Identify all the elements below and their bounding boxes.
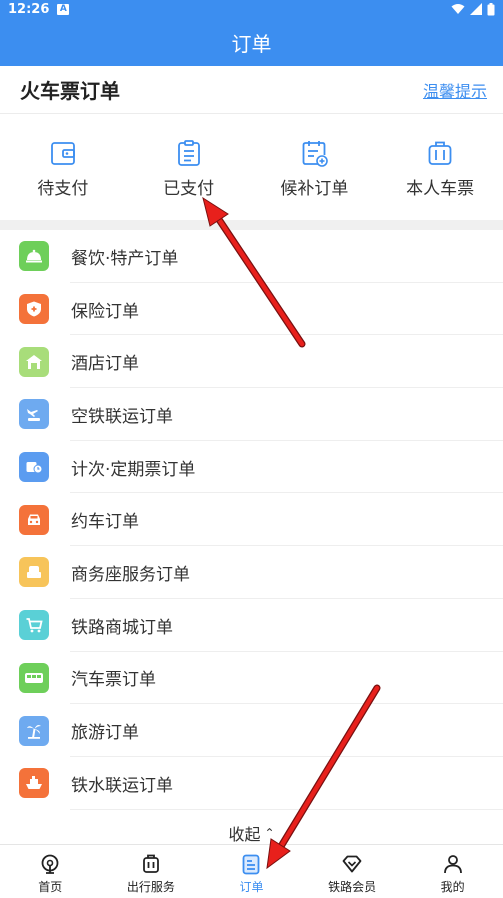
tab-label: 首页 — [38, 880, 63, 894]
list-item-travel-orders[interactable]: 旅游订单 — [0, 704, 503, 757]
list-item-label: 商务座服务订单 — [71, 564, 190, 585]
list-item-label: 汽车票订单 — [71, 670, 156, 691]
palm-tree-icon — [19, 715, 49, 746]
signal-icon — [470, 3, 482, 15]
train-ticket-card: 火车票订单 温馨提示 待支付 已支付 候补订单 本人车票 — [0, 66, 503, 220]
list-item-bus-ticket-orders[interactable]: 汽车票订单 — [0, 652, 503, 705]
tab-railway-membership[interactable]: 铁路会员 — [302, 845, 403, 898]
car-icon — [19, 504, 49, 535]
tab-home[interactable]: 首页 — [0, 845, 101, 898]
collapse-label: 收起 — [228, 825, 261, 844]
hotel-icon — [19, 346, 49, 377]
list-item-label: 空铁联运订单 — [71, 406, 173, 427]
calendar-add-icon — [302, 141, 329, 167]
shield-icon — [19, 294, 49, 325]
list-item-business-seat-orders[interactable]: 商务座服务订单 — [0, 546, 503, 599]
wifi-icon — [451, 4, 465, 14]
paid-button[interactable]: 已支付 — [126, 114, 252, 219]
list-item-label: 旅游订单 — [71, 723, 139, 744]
tab-orders[interactable]: 订单 — [201, 845, 302, 898]
tab-label: 出行服务 — [126, 880, 175, 894]
section-divider — [0, 220, 503, 230]
train-ticket-title: 火车票订单 — [20, 79, 120, 103]
list-item-label: 铁水联运订单 — [71, 775, 173, 796]
list-item-label: 酒店订单 — [71, 354, 139, 375]
list-item-insurance-orders[interactable]: 保险订单 — [0, 283, 503, 336]
seat-icon — [19, 557, 49, 588]
list-item-ride-hailing-orders[interactable]: 约车订单 — [0, 493, 503, 546]
luggage-icon — [142, 854, 159, 873]
list-item-catering-orders[interactable]: 餐饮·特产订单 — [0, 230, 503, 283]
collapse-button[interactable]: 收起 ⌃ — [0, 822, 503, 844]
pending-payment-button[interactable]: 待支付 — [0, 114, 126, 219]
order-doc-icon — [243, 854, 260, 875]
bus-icon — [19, 662, 49, 693]
food-cloche-icon — [19, 241, 49, 272]
tab-label: 我的 — [440, 880, 465, 894]
battery-icon — [487, 2, 495, 15]
person-icon — [443, 855, 462, 874]
list-item-label: 餐饮·特产订单 — [71, 248, 179, 269]
ticket-quick-actions: 待支付 已支付 候补订单 本人车票 — [0, 114, 503, 219]
wallet-icon — [50, 142, 75, 165]
status-time: 12:26 — [8, 1, 50, 17]
notification-badge: A — [57, 3, 70, 15]
list-item-rail-water-orders[interactable]: 铁水联运订单 — [0, 757, 503, 810]
suitcase-icon — [428, 141, 452, 165]
status-bar: 12:26 A — [0, 0, 503, 18]
cart-icon — [19, 610, 49, 641]
list-item-mall-orders[interactable]: 铁路商城订单 — [0, 599, 503, 652]
my-tickets-button[interactable]: 本人车票 — [377, 114, 503, 219]
chevron-up-icon: ⌃ — [264, 826, 275, 840]
list-item-hotel-orders[interactable]: 酒店订单 — [0, 335, 503, 388]
waitlist-orders-label: 候补订单 — [280, 179, 349, 199]
list-item-label: 计次·定期票订单 — [71, 459, 196, 480]
tab-label: 订单 — [239, 880, 264, 894]
my-tickets-label: 本人车票 — [406, 179, 475, 199]
app-bar: 订单 — [0, 18, 503, 66]
paid-label: 已支付 — [163, 179, 215, 199]
ticket-clock-icon — [19, 452, 49, 483]
waitlist-orders-button[interactable]: 候补订单 — [252, 114, 378, 219]
page-title: 订单 — [231, 31, 272, 56]
train-ticket-header: 火车票订单 温馨提示 — [0, 66, 503, 114]
plane-train-icon — [19, 399, 49, 430]
order-category-list: 餐饮·特产订单 保险订单 酒店订单 空铁联运订单 计次·定期票订单 约车订单 商… — [0, 230, 503, 844]
tips-link[interactable]: 温馨提示 — [423, 78, 487, 102]
list-item-air-rail-orders[interactable]: 空铁联运订单 — [0, 388, 503, 441]
list-item-label: 约车订单 — [71, 512, 139, 533]
pending-payment-label: 待支付 — [37, 179, 89, 199]
tab-label: 铁路会员 — [328, 880, 377, 894]
list-item-label: 铁路商城订单 — [71, 617, 173, 638]
ship-icon — [19, 768, 49, 799]
diamond-icon — [342, 855, 362, 873]
home-icon — [41, 854, 59, 874]
list-item-label: 保险订单 — [71, 301, 139, 322]
tab-travel-services[interactable]: 出行服务 — [101, 845, 202, 898]
bottom-tab-bar: 首页 出行服务 订单 铁路会员 我的 — [0, 844, 503, 898]
list-item-multi-ride-orders[interactable]: 计次·定期票订单 — [0, 441, 503, 494]
clipboard-icon — [177, 140, 200, 166]
tab-me[interactable]: 我的 — [402, 845, 503, 898]
